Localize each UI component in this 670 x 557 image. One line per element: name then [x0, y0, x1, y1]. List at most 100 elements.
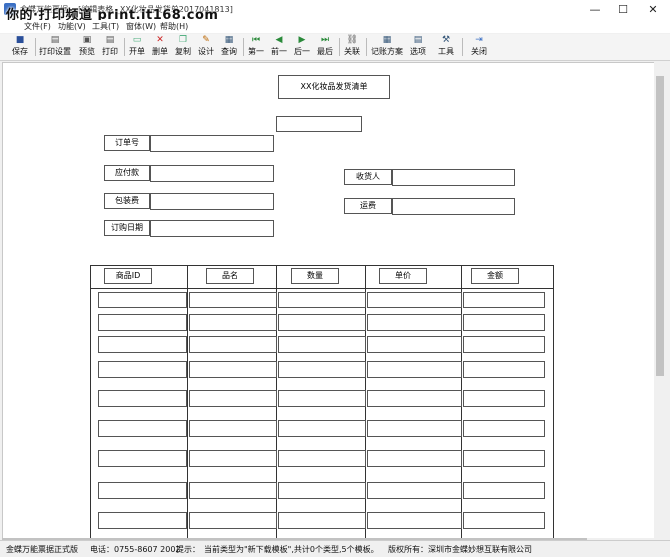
table-cell[interactable]: [463, 482, 545, 499]
save-icon: ■: [15, 35, 25, 45]
order-no-field[interactable]: [150, 135, 274, 152]
table-cell[interactable]: [278, 482, 366, 499]
close-doc-label: 关闭: [471, 47, 487, 56]
preview-button[interactable]: ▣ 预览: [76, 35, 98, 59]
close-button[interactable]: ✕: [638, 0, 668, 20]
menu-help[interactable]: 帮助(H): [160, 21, 188, 32]
maximize-button[interactable]: ☐: [608, 0, 638, 20]
table-cell[interactable]: [189, 390, 277, 407]
link-label: 关联: [344, 47, 360, 56]
table-cell[interactable]: [98, 450, 187, 467]
design-button[interactable]: ✎ 设计: [195, 35, 217, 59]
order-date-label[interactable]: 订购日期: [104, 220, 150, 236]
table-cell[interactable]: [98, 420, 187, 437]
prev-button[interactable]: ◀ 前一: [268, 35, 290, 59]
next-button[interactable]: ▶ 后一: [291, 35, 313, 59]
packing-fee-field[interactable]: [150, 193, 274, 210]
last-button[interactable]: ⏭ 最后: [314, 35, 336, 59]
table-cell[interactable]: [367, 390, 462, 407]
save-button[interactable]: ■ 保存: [8, 35, 32, 59]
table-cell[interactable]: [98, 390, 187, 407]
table-cell[interactable]: [98, 292, 187, 308]
minimize-button[interactable]: —: [580, 0, 610, 20]
table-cell[interactable]: [98, 336, 187, 353]
first-button[interactable]: ⏮ 第一: [245, 35, 267, 59]
table-cell[interactable]: [463, 336, 545, 353]
payable-label[interactable]: 应付款: [104, 165, 150, 181]
query-button[interactable]: ▦ 查询: [218, 35, 240, 59]
table-cell[interactable]: [463, 314, 545, 331]
table-cell[interactable]: [189, 361, 277, 378]
table-cell[interactable]: [189, 336, 277, 353]
order-no-label[interactable]: 订单号: [104, 135, 150, 151]
accounting-icon: ▦: [382, 35, 392, 45]
table-cell[interactable]: [367, 512, 462, 529]
first-icon: ⏮: [251, 35, 261, 45]
document-title[interactable]: XX化妆品发货清单: [278, 75, 390, 99]
table-cell[interactable]: [367, 450, 462, 467]
payable-field[interactable]: [150, 165, 274, 182]
menu-function[interactable]: 功能(V): [58, 21, 86, 32]
table-cell[interactable]: [463, 512, 545, 529]
design-canvas[interactable]: XX化妆品发货清单 订单号 应付款 包装费 订购日期 收货人 运费 商品ID 品…: [2, 62, 655, 540]
table-cell[interactable]: [189, 292, 277, 308]
copy-button[interactable]: ❐ 复制: [172, 35, 194, 59]
receiver-label[interactable]: 收货人: [344, 169, 392, 185]
header-product-id[interactable]: 商品ID: [104, 268, 152, 284]
print-button[interactable]: ▤ 打印: [99, 35, 121, 59]
next-label: 后一: [294, 47, 310, 56]
options-button[interactable]: ▤ 选项: [407, 35, 429, 59]
table-cell[interactable]: [189, 450, 277, 467]
table-cell[interactable]: [367, 292, 462, 308]
header-amount[interactable]: 金额: [471, 268, 519, 284]
order-date-field[interactable]: [150, 220, 274, 237]
packing-fee-label[interactable]: 包装费: [104, 193, 150, 209]
copy-label: 复制: [175, 47, 191, 56]
vertical-scroll-thumb[interactable]: [656, 76, 664, 376]
table-cell[interactable]: [189, 314, 277, 331]
table-cell[interactable]: [98, 512, 187, 529]
table-cell[interactable]: [463, 420, 545, 437]
tools-button[interactable]: ⚒ 工具: [435, 35, 457, 59]
new-bill-button[interactable]: ▭ 开单: [126, 35, 148, 59]
table-cell[interactable]: [278, 292, 366, 308]
print-settings-button[interactable]: ▤ 打印设置: [38, 35, 72, 59]
blank-field[interactable]: [276, 116, 362, 132]
table-cell[interactable]: [278, 314, 366, 331]
table-cell[interactable]: [463, 450, 545, 467]
table-cell[interactable]: [367, 314, 462, 331]
delete-bill-button[interactable]: ✕ 删单: [149, 35, 171, 59]
table-cell[interactable]: [463, 292, 545, 308]
table-cell[interactable]: [98, 361, 187, 378]
table-cell[interactable]: [278, 336, 366, 353]
freight-field[interactable]: [392, 198, 515, 215]
header-quantity[interactable]: 数量: [291, 268, 339, 284]
table-cell[interactable]: [367, 420, 462, 437]
header-product-name[interactable]: 品名: [206, 268, 254, 284]
link-button[interactable]: ⛓ 关联: [341, 35, 363, 59]
table-cell[interactable]: [463, 390, 545, 407]
table-cell[interactable]: [463, 361, 545, 378]
header-unit-price[interactable]: 单价: [379, 268, 427, 284]
freight-label[interactable]: 运费: [344, 198, 392, 214]
menu-tools[interactable]: 工具(T): [92, 21, 119, 32]
table-cell[interactable]: [367, 336, 462, 353]
table-cell[interactable]: [278, 390, 366, 407]
table-cell[interactable]: [278, 420, 366, 437]
table-cell[interactable]: [98, 314, 187, 331]
close-doc-button[interactable]: ⇥ 关闭: [468, 35, 490, 59]
table-cell[interactable]: [278, 450, 366, 467]
accounting-button[interactable]: ▦ 记账方案: [369, 35, 405, 59]
menu-window[interactable]: 窗体(W): [126, 21, 156, 32]
menu-file[interactable]: 文件(F): [24, 21, 51, 32]
table-cell[interactable]: [278, 361, 366, 378]
status-edition: 金蝶万能票据正式版: [6, 545, 78, 554]
table-cell[interactable]: [367, 361, 462, 378]
table-cell[interactable]: [98, 482, 187, 499]
table-cell[interactable]: [189, 420, 277, 437]
table-cell[interactable]: [189, 512, 277, 529]
table-cell[interactable]: [278, 512, 366, 529]
receiver-field[interactable]: [392, 169, 515, 186]
table-cell[interactable]: [189, 482, 277, 499]
table-cell[interactable]: [367, 482, 462, 499]
